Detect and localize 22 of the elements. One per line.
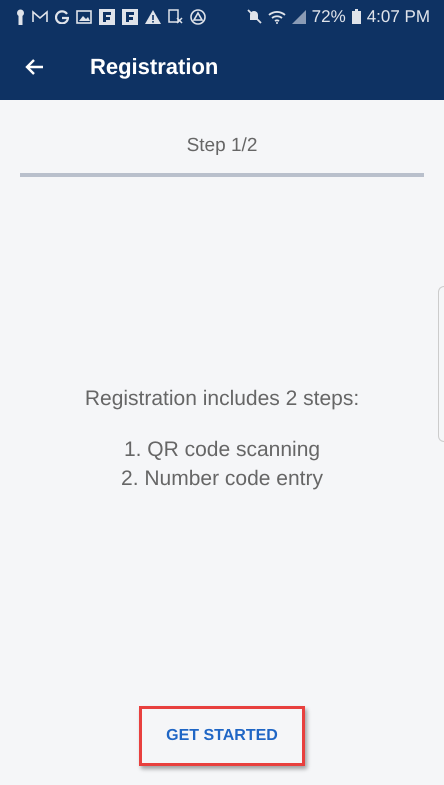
step-item: 1. QR code scanning [124, 437, 320, 463]
edge-handle[interactable] [438, 286, 444, 442]
g-letter-icon [55, 10, 69, 24]
battery-icon [352, 9, 361, 24]
screen-title: Registration [90, 54, 218, 80]
keyhole-icon [16, 8, 25, 24]
step-item: 2. Number code entry [121, 466, 323, 492]
flag-square-icon [99, 8, 115, 24]
status-time: 4:07 PM [366, 6, 430, 26]
back-arrow-icon [24, 58, 44, 76]
intro-heading: Registration includes 2 steps: [84, 386, 360, 412]
mute-icon [246, 9, 262, 24]
flag-square-icon [122, 8, 138, 24]
image-icon [76, 10, 92, 24]
step-label: Step 1/2 [186, 135, 258, 157]
mail-icon [32, 10, 48, 24]
battery-percent: 72% [312, 6, 346, 26]
document-icon [168, 9, 183, 24]
warning-icon [145, 10, 161, 24]
signal-icon [292, 10, 306, 24]
get-started-button[interactable]: GET STARTED [139, 706, 305, 766]
wifi-icon [268, 10, 286, 24]
